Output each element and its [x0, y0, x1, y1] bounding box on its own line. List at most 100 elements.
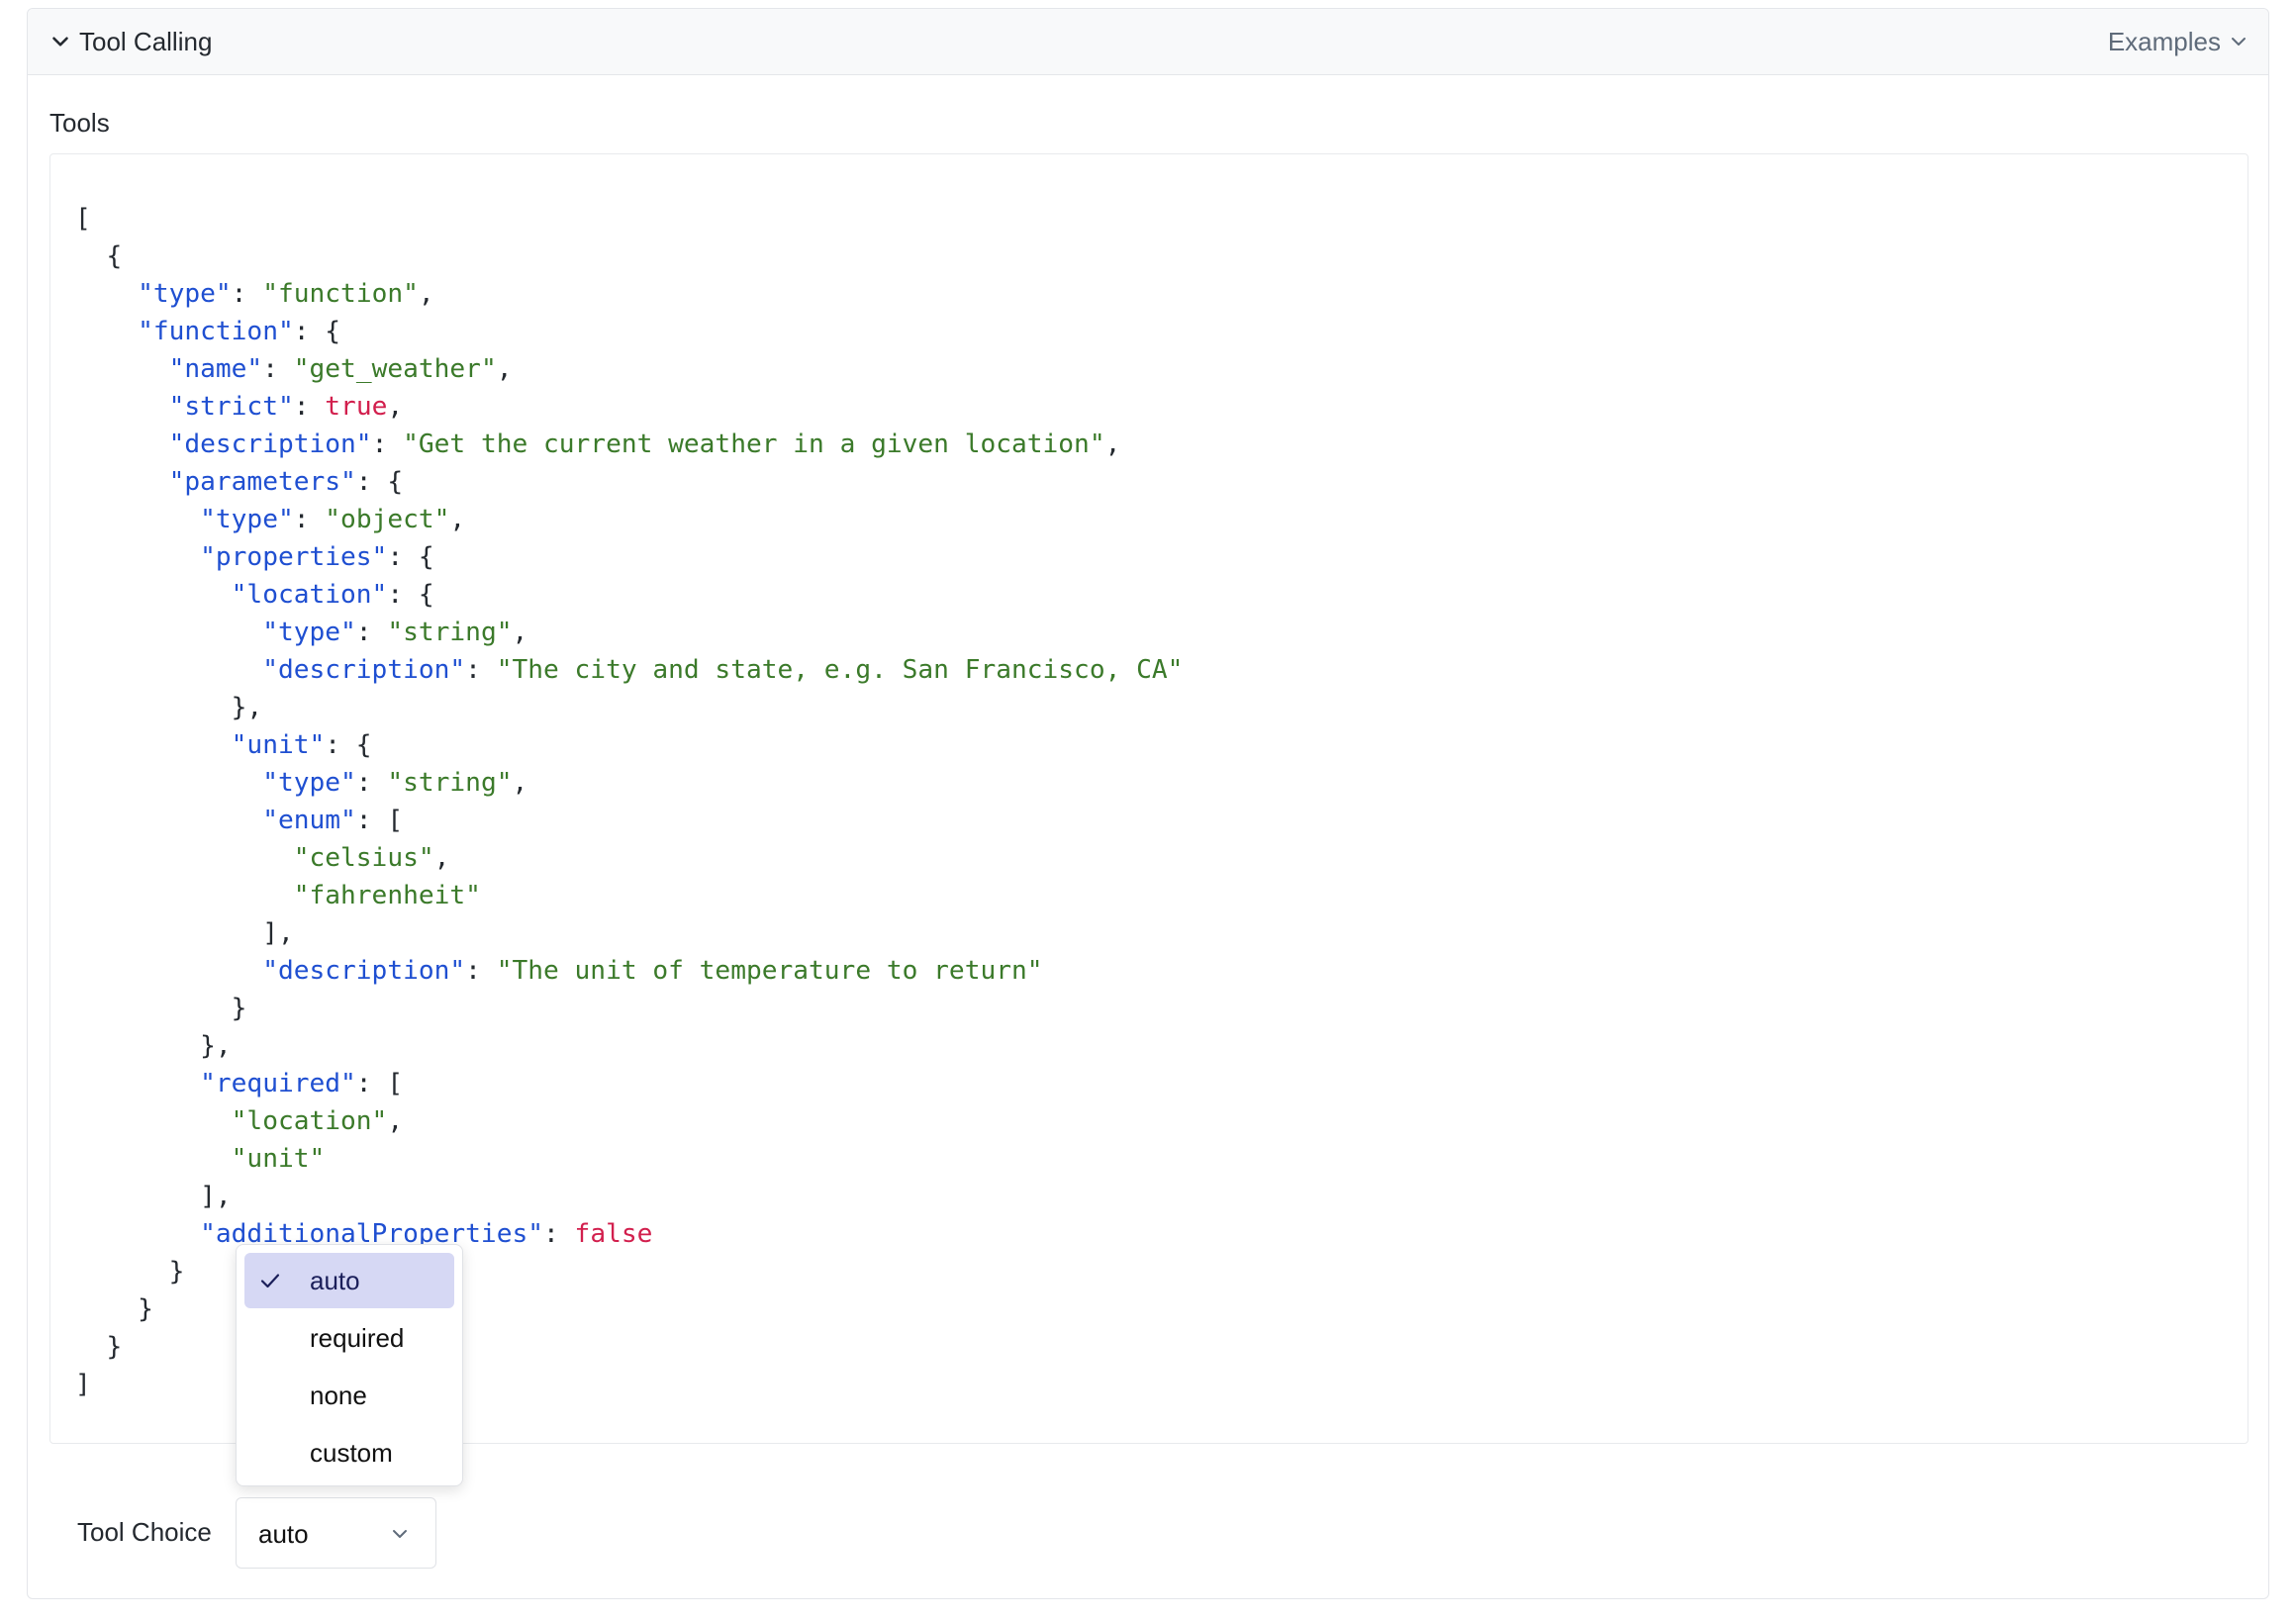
tool-choice-option-custom[interactable]: custom [244, 1425, 454, 1480]
code-token: "description" [75, 655, 466, 685]
code-token: : [465, 956, 497, 986]
code-token: , [418, 279, 434, 309]
code-token: }, [75, 693, 263, 722]
code-token: [ [75, 204, 91, 234]
code-token: : [293, 392, 326, 422]
code-token: { [75, 241, 123, 271]
code-token: : [ [355, 1069, 404, 1098]
code-line: "fahrenheit" [75, 877, 1183, 914]
code-token: , [512, 768, 528, 798]
code-token: , [387, 392, 404, 422]
code-token: : [371, 429, 404, 459]
code-token: "unit" [75, 1144, 326, 1174]
tools-json-code[interactable]: [ { "type": "function", "function": { "n… [75, 200, 1183, 1403]
code-token: ], [75, 1182, 232, 1211]
code-token: } [75, 1257, 185, 1287]
code-line: "description": "The unit of temperature … [75, 952, 1183, 990]
code-token: "type" [75, 618, 356, 647]
code-line: "strict": true, [75, 388, 1183, 426]
code-token: "string" [387, 768, 513, 798]
tool-choice-dropdown-menu: auto required none custom [236, 1244, 463, 1486]
code-token: : [262, 354, 294, 384]
code-token: "fahrenheit" [75, 881, 481, 910]
code-token: : [ [355, 806, 404, 835]
code-token: "properties" [75, 542, 388, 572]
tool-choice-label: Tool Choice [77, 1517, 212, 1547]
code-token: "required" [75, 1069, 356, 1098]
panel-title[interactable]: Tool Calling [79, 28, 212, 55]
code-token: "type" [75, 279, 232, 309]
code-token: "function" [75, 317, 294, 346]
code-line: "unit": { [75, 726, 1183, 764]
code-line: ], [75, 914, 1183, 952]
code-line: "required": [ [75, 1065, 1183, 1102]
chevron-down-icon[interactable] [48, 29, 73, 54]
tool-choice-option-none[interactable]: none [244, 1368, 454, 1423]
code-token: "function" [262, 279, 419, 309]
code-line: "type": "function", [75, 275, 1183, 313]
code-token: "strict" [75, 392, 294, 422]
code-token: : [355, 618, 388, 647]
option-label: none [310, 1381, 367, 1410]
code-token: "The unit of temperature to return" [496, 956, 1043, 986]
code-line: } [75, 990, 1183, 1027]
code-token: "description" [75, 956, 466, 986]
option-label: custom [310, 1438, 393, 1468]
code-token: } [75, 1332, 123, 1362]
code-line: "type": "object", [75, 501, 1183, 538]
panel-header[interactable]: Tool Calling Examples [28, 9, 2268, 75]
code-token: : { [355, 467, 404, 497]
check-icon [260, 1274, 280, 1288]
tool-choice-value: auto [258, 1519, 309, 1549]
code-line: }, [75, 689, 1183, 726]
code-line: "location", [75, 1102, 1183, 1140]
tool-choice-select[interactable]: auto [236, 1497, 436, 1569]
code-token: , [449, 505, 466, 534]
code-line: { [75, 238, 1183, 275]
code-line: "name": "get_weather", [75, 350, 1183, 388]
code-token: true [325, 392, 388, 422]
code-token: ] [75, 1370, 91, 1399]
code-token: "get_weather" [293, 354, 497, 384]
code-token: } [75, 1294, 153, 1324]
code-token: : [231, 279, 263, 309]
code-line: "parameters": { [75, 463, 1183, 501]
code-token: : [355, 768, 388, 798]
option-label: auto [310, 1266, 360, 1295]
code-token: , [496, 354, 513, 384]
code-token: "The city and state, e.g. San Francisco,… [496, 655, 1184, 685]
code-line: "properties": { [75, 538, 1183, 576]
code-line: "unit" [75, 1140, 1183, 1178]
code-line: "type": "string", [75, 614, 1183, 651]
tool-choice-option-required[interactable]: required [244, 1310, 454, 1366]
code-line: [ [75, 200, 1183, 238]
code-line: "location": { [75, 576, 1183, 614]
code-line: "type": "string", [75, 764, 1183, 802]
code-token: : { [387, 542, 434, 572]
code-token: "parameters" [75, 467, 356, 497]
code-token: "unit" [75, 730, 326, 760]
code-line: }, [75, 1027, 1183, 1065]
code-token: : { [387, 580, 434, 610]
examples-chevron-down-icon[interactable] [2227, 30, 2250, 53]
code-token: ], [75, 918, 294, 948]
code-token: } [75, 994, 247, 1023]
code-line: "function": { [75, 313, 1183, 350]
code-token: "type" [75, 768, 356, 798]
tool-choice-option-auto[interactable]: auto [244, 1253, 454, 1308]
examples-dropdown[interactable]: Examples [2108, 28, 2221, 55]
chevron-down-icon [393, 1530, 407, 1538]
code-line: ], [75, 1178, 1183, 1215]
code-line: "description": "Get the current weather … [75, 426, 1183, 463]
code-token: "object" [325, 505, 450, 534]
code-token: : { [325, 730, 372, 760]
tool-calling-panel: Tool Calling Examples Tools [ { "type": … [27, 8, 2269, 1599]
code-token: , [1104, 429, 1121, 459]
code-line: "celsius", [75, 839, 1183, 877]
code-token: , [433, 843, 450, 873]
tools-label: Tools [49, 108, 110, 138]
code-token: "type" [75, 505, 294, 534]
code-token: "celsius" [75, 843, 434, 873]
code-token: : [293, 505, 326, 534]
code-token: "enum" [75, 806, 356, 835]
